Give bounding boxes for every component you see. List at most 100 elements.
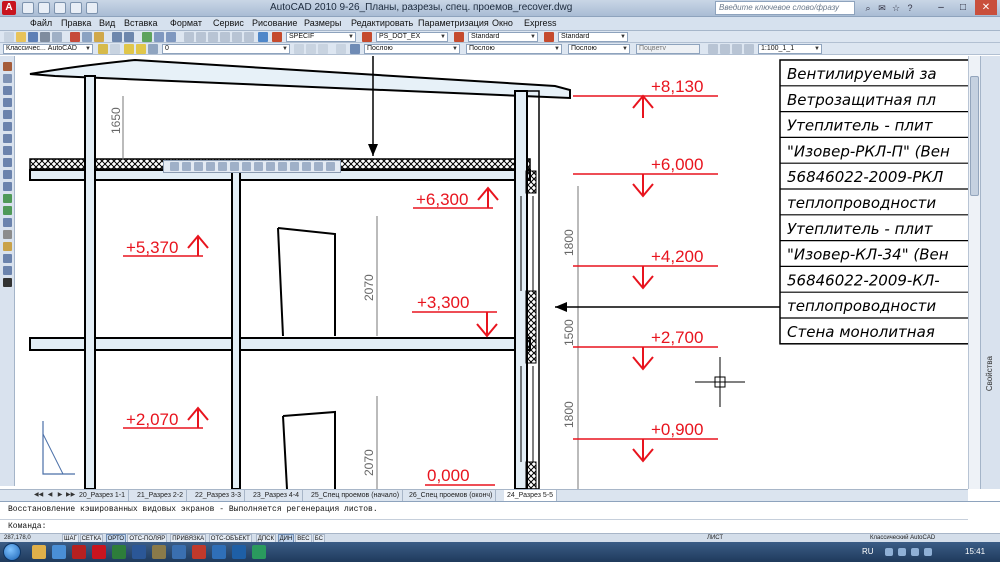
plot-icon[interactable] <box>40 32 50 42</box>
properties-icon[interactable] <box>184 32 194 42</box>
color-select[interactable]: Послою ▼ <box>364 44 460 54</box>
media-player-icon[interactable] <box>52 545 66 559</box>
pdf-reader-icon[interactable] <box>92 545 106 559</box>
skype-icon[interactable] <box>232 545 246 559</box>
maximize-button[interactable]: □ <box>952 0 974 15</box>
vertical-scrollbar[interactable] <box>968 56 980 489</box>
menu-view[interactable]: Вид <box>99 18 115 28</box>
preview-icon[interactable] <box>52 32 62 42</box>
menu-express[interactable]: Express <box>524 18 557 28</box>
tab-razrez-1-1[interactable]: 20_Разрез 1-1 <box>76 490 130 501</box>
dim-tool-button-2[interactable] <box>194 162 203 171</box>
tray-network-icon[interactable] <box>898 548 906 556</box>
linetype-select[interactable]: Послою ▼ <box>466 44 562 54</box>
cut-icon[interactable] <box>70 32 80 42</box>
dim-tool-button-1[interactable] <box>182 162 191 171</box>
polyline-icon[interactable] <box>3 86 12 95</box>
tab-razrez-4-4[interactable]: 23_Разрез 4-4 <box>250 490 304 501</box>
tab-razrez-3-3[interactable]: 22_Разрез 3-3 <box>192 490 246 501</box>
language-indicator[interactable]: RU <box>862 547 874 556</box>
help-icon[interactable]: ? <box>904 2 916 14</box>
start-button[interactable] <box>3 543 21 561</box>
line-icon[interactable] <box>3 62 12 71</box>
markup-icon[interactable] <box>232 32 242 42</box>
dim-tool-button-6[interactable] <box>242 162 251 171</box>
explorer-icon[interactable] <box>32 545 46 559</box>
mleader-style-select[interactable]: Standard ▼ <box>558 32 628 42</box>
point-icon[interactable] <box>3 218 12 227</box>
tab-next-icon[interactable]: ▶ <box>56 491 64 500</box>
menu-dimension[interactable]: Размеры <box>304 18 341 28</box>
menu-modify[interactable]: Редактировать <box>351 18 413 28</box>
floating-dim-toolbar[interactable] <box>163 160 341 173</box>
undo-icon[interactable] <box>112 32 122 42</box>
copy-icon[interactable] <box>82 32 92 42</box>
layer-previous-icon[interactable] <box>306 44 316 54</box>
opera-icon[interactable] <box>192 545 206 559</box>
revcloud-icon[interactable] <box>3 146 12 155</box>
dim-tool-button-11[interactable] <box>302 162 311 171</box>
redo-icon[interactable] <box>124 32 134 42</box>
tab-razrez-2-2[interactable]: 21_Разрез 2-2 <box>134 490 188 501</box>
autocad-logo-icon[interactable]: A <box>2 1 16 15</box>
dim-tool-button-8[interactable] <box>266 162 275 171</box>
properties-label[interactable]: Свойства <box>985 356 994 391</box>
tray-battery-icon[interactable] <box>924 548 932 556</box>
binoculars-icon[interactable]: ⌕ <box>862 2 874 14</box>
annotation-scale-select[interactable]: 1:100_1_1 ▼ <box>758 44 822 54</box>
dim-tool-button-9[interactable] <box>278 162 287 171</box>
tab-prev-icon[interactable]: ◀ <box>46 491 54 500</box>
dim-tool-button-5[interactable] <box>230 162 239 171</box>
construction-line-icon[interactable] <box>3 74 12 83</box>
gradient-icon[interactable] <box>3 242 12 251</box>
menu-tools[interactable]: Сервис <box>213 18 244 28</box>
dim-style-select[interactable]: PS_DOT_EX ▼ <box>376 32 448 42</box>
close-button[interactable]: ✕ <box>975 0 997 15</box>
new-file-icon[interactable] <box>22 2 34 14</box>
help-icon[interactable] <box>258 32 268 42</box>
zoom-icon[interactable] <box>154 32 164 42</box>
tab-razrez-5-5[interactable]: 24_Разрез 5-5 <box>504 490 558 501</box>
menu-draw[interactable]: Рисование <box>252 18 297 28</box>
print-icon[interactable] <box>70 2 82 14</box>
properties-palette-strip[interactable]: Свойства <box>980 56 1000 489</box>
open-file-icon[interactable] <box>38 2 50 14</box>
excel-document-icon[interactable] <box>252 545 266 559</box>
file-manager-icon[interactable] <box>172 545 186 559</box>
open-icon[interactable] <box>16 32 26 42</box>
system-clock[interactable]: 15:41 <box>965 547 985 556</box>
dim-tool-button-7[interactable] <box>254 162 263 171</box>
dim-tool-button-0[interactable] <box>170 162 179 171</box>
menu-file[interactable]: Файл <box>30 18 52 28</box>
text-style-select[interactable]: SPECIF ▼ <box>286 32 356 42</box>
lineweight-select[interactable]: Послою ▼ <box>568 44 630 54</box>
communication-center-icon[interactable]: ✉ <box>876 2 888 14</box>
tool-palettes-icon[interactable] <box>208 32 218 42</box>
dim-tool-button-13[interactable] <box>326 162 335 171</box>
save-icon[interactable] <box>54 2 66 14</box>
ellipse-arc-icon[interactable] <box>3 182 12 191</box>
pan-icon[interactable] <box>142 32 152 42</box>
layer-properties-icon[interactable] <box>110 44 120 54</box>
excel-icon[interactable] <box>112 545 126 559</box>
undo-icon[interactable] <box>86 2 98 14</box>
menu-parametric[interactable]: Параметризация <box>418 18 489 28</box>
lightbulb-icon[interactable] <box>124 44 134 54</box>
menu-insert[interactable]: Вставка <box>124 18 157 28</box>
help-search-input[interactable]: Введите ключевое слово/фразу <box>715 1 855 15</box>
calculator-icon[interactable] <box>244 32 254 42</box>
workspace-select[interactable]: Классичес... AutoCAD ▼ <box>3 44 93 54</box>
tab-spec-end[interactable]: 26_Спец проемов (оконч) <box>406 490 497 501</box>
make-block-icon[interactable] <box>3 206 12 215</box>
favorites-star-icon[interactable]: ☆ <box>890 2 902 14</box>
menu-edit[interactable]: Правка <box>61 18 91 28</box>
mtext-icon[interactable] <box>3 278 12 287</box>
polygon-icon[interactable] <box>3 98 12 107</box>
gear-icon[interactable] <box>98 44 108 54</box>
dim-tool-button-10[interactable] <box>290 162 299 171</box>
layer-state-icon[interactable] <box>318 44 328 54</box>
table-style-select[interactable]: Standard ▼ <box>468 32 538 42</box>
dim-tool-button-4[interactable] <box>218 162 227 171</box>
word-icon[interactable] <box>132 545 146 559</box>
circle-icon[interactable] <box>3 134 12 143</box>
